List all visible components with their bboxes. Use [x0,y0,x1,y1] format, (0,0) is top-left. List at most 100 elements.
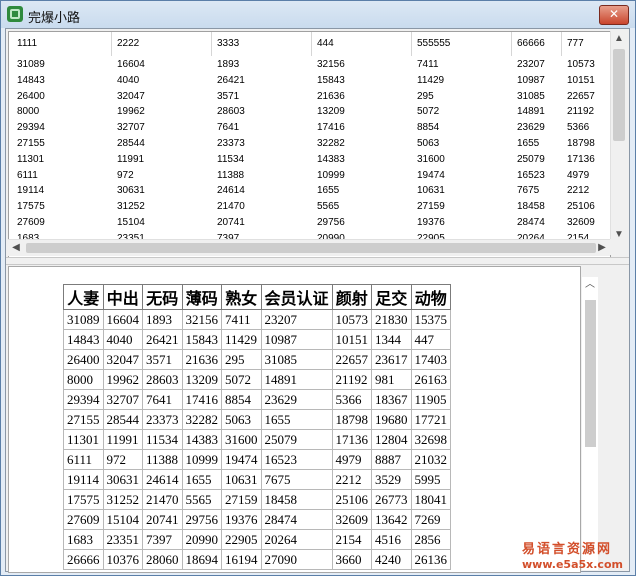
grid-cell[interactable]: 19376 [221,509,262,530]
grid-cell[interactable]: 7675 [260,469,333,490]
listview-row[interactable]: 11301 11991 11534 14383 31600 25079 17136 [9,154,610,170]
grid-cell[interactable]: 32047 [102,349,143,370]
grid-cell[interactable]: 21032 [410,449,452,470]
grid-cell[interactable]: 26421 [142,329,183,350]
grid-cell[interactable]: 17721 [410,409,452,430]
grid-cell[interactable]: 8887 [371,449,412,470]
grid-cell[interactable]: 1655 [181,469,222,490]
grid-cell[interactable]: 18367 [371,389,412,410]
chevron-up-icon[interactable]: ▲ [611,31,627,47]
chevron-up-icon[interactable]: ︿ [582,277,598,293]
grid-cell[interactable]: 29394 [63,389,104,410]
grid-cell[interactable]: 30631 [102,469,143,490]
grid-row[interactable]: 26400 32047 3571 21636 295 31085 22657 23617 174… [63,349,452,370]
grid-cell[interactable]: 5063 [221,409,262,430]
grid-column-header[interactable]: 熟女 [221,284,262,310]
listview-row[interactable]: 31089 16604 1893 32156 7411 23207 10573 [9,59,610,75]
grid-row[interactable]: 29394 32707 7641 17416 8854 23629 5366 18367 119… [63,389,452,410]
grid-cell[interactable]: 11991 [102,429,143,450]
grid-cell[interactable]: 4040 [102,329,143,350]
grid-cell[interactable]: 10151 [331,329,373,350]
grid-cell[interactable]: 1893 [142,309,183,330]
grid-cell[interactable]: 18458 [260,489,333,510]
grid-panel[interactable]: 人妻 中出 无码 薄码 熟女 会员认证 颜射 足交 动物 31089 16604 1893 32156… [8,266,581,573]
grid-cell[interactable]: 447 [410,329,452,350]
grid-cell[interactable]: 19114 [63,469,104,490]
grid-cell[interactable]: 18798 [331,409,373,430]
listview-row[interactable]: 27609 15104 20741 29756 19376 28474 32609 [9,217,610,233]
grid-row[interactable]: 19114 30631 24614 1655 10631 7675 2212 3529 5995 [63,469,452,490]
grid-cell[interactable]: 32698 [410,429,452,450]
grid-cell[interactable]: 22905 [221,529,262,550]
grid-cell[interactable]: 16194 [221,549,262,570]
grid-cell[interactable]: 16604 [102,309,143,330]
grid-row[interactable]: 8000 19962 28603 13209 5072 14891 21192 981 2616… [63,369,452,390]
grid-cell[interactable]: 3660 [331,549,373,570]
grid-cell[interactable]: 18041 [410,489,452,510]
grid-cell[interactable]: 14891 [260,369,333,390]
grid-cell[interactable]: 24614 [142,469,183,490]
grid-cell[interactable]: 1683 [63,529,104,550]
grid-cell[interactable]: 8000 [63,369,104,390]
grid-cell[interactable]: 11429 [221,329,262,350]
chevron-left-icon[interactable]: ◀ [8,240,24,256]
grid-cell[interactable]: 16523 [260,449,333,470]
grid-row[interactable]: 31089 16604 1893 32156 7411 23207 10573 21830 15… [63,309,452,330]
grid-cell[interactable]: 31600 [221,429,262,450]
grid-column-header[interactable]: 无码 [142,284,183,310]
grid-column-header[interactable]: 会员认证 [260,284,333,310]
grid-cell[interactable]: 21636 [181,349,222,370]
grid-cell[interactable]: 25106 [331,489,373,510]
grid-cell[interactable]: 17575 [63,489,104,510]
grid-cell[interactable]: 21470 [142,489,183,510]
close-button[interactable]: ✕ [599,5,629,25]
panel-splitter[interactable] [6,257,629,265]
data-grid-table[interactable]: 人妻 中出 无码 薄码 熟女 会员认证 颜射 足交 动物 31089 16604 1893 32156… [63,284,452,570]
grid-vscroll-thumb[interactable] [585,300,596,447]
grid-cell[interactable]: 20990 [181,529,222,550]
listview-hscroll-thumb[interactable] [26,243,596,253]
grid-column-header[interactable]: 中出 [102,284,143,310]
grid-cell[interactable]: 26400 [63,349,104,370]
grid-row[interactable]: 27155 28544 23373 32282 5063 1655 18798 19680 17… [63,409,452,430]
grid-cell[interactable]: 23207 [260,309,333,330]
grid-cell[interactable]: 5072 [221,369,262,390]
grid-cell[interactable]: 11534 [142,429,183,450]
grid-cell[interactable]: 5565 [181,489,222,510]
grid-cell[interactable]: 28544 [102,409,143,430]
grid-cell[interactable]: 7269 [410,509,452,530]
grid-cell[interactable]: 11905 [410,389,452,410]
grid-cell[interactable]: 32707 [102,389,143,410]
grid-cell[interactable]: 2856 [410,529,452,550]
grid-cell[interactable]: 10999 [181,449,222,470]
grid-cell[interactable]: 19474 [221,449,262,470]
grid-row[interactable]: 6111 972 11388 10999 19474 16523 4979 8887 21032 [63,449,452,470]
listview-row[interactable]: 6111 972 11388 10999 19474 16523 4979 [9,170,610,186]
grid-cell[interactable]: 15843 [181,329,222,350]
grid-cell[interactable]: 10573 [331,309,373,330]
grid-cell[interactable]: 23351 [102,529,143,550]
grid-cell[interactable]: 12804 [371,429,412,450]
grid-cell[interactable]: 20264 [260,529,333,550]
grid-cell[interactable]: 31089 [63,309,104,330]
listview-row[interactable]: 29394 32707 7641 17416 8854 23629 5366 [9,122,610,138]
grid-cell[interactable]: 23617 [371,349,412,370]
grid-column-header[interactable]: 人妻 [63,284,104,310]
title-bar[interactable]: 完爆小路 ✕ [1,1,635,28]
grid-cell[interactable]: 4979 [331,449,373,470]
grid-cell[interactable]: 22657 [331,349,373,370]
grid-cell[interactable]: 7641 [142,389,183,410]
listview-row[interactable]: 8000 19962 28603 13209 5072 14891 21192 [9,106,610,122]
grid-cell[interactable]: 18694 [181,549,222,570]
grid-cell[interactable]: 32282 [181,409,222,430]
listview-row[interactable]: 26400 32047 3571 21636 295 31085 22657 [9,91,610,107]
grid-cell[interactable]: 17403 [410,349,452,370]
grid-row[interactable]: 17575 31252 21470 5565 27159 18458 25106 26773 1… [63,489,452,510]
grid-cell[interactable]: 17136 [331,429,373,450]
grid-vertical-scrollbar[interactable]: ︿ ﹀ [582,277,598,570]
grid-cell[interactable]: 14843 [63,329,104,350]
report-listview[interactable]: 1111 2222 3333 444 555555 66666 777 31089 16604 1… [8,31,611,258]
grid-cell[interactable]: 27090 [260,549,333,570]
listview-row[interactable]: 19114 30631 24614 1655 10631 7675 2212 [9,185,610,201]
grid-cell[interactable]: 19680 [371,409,412,430]
